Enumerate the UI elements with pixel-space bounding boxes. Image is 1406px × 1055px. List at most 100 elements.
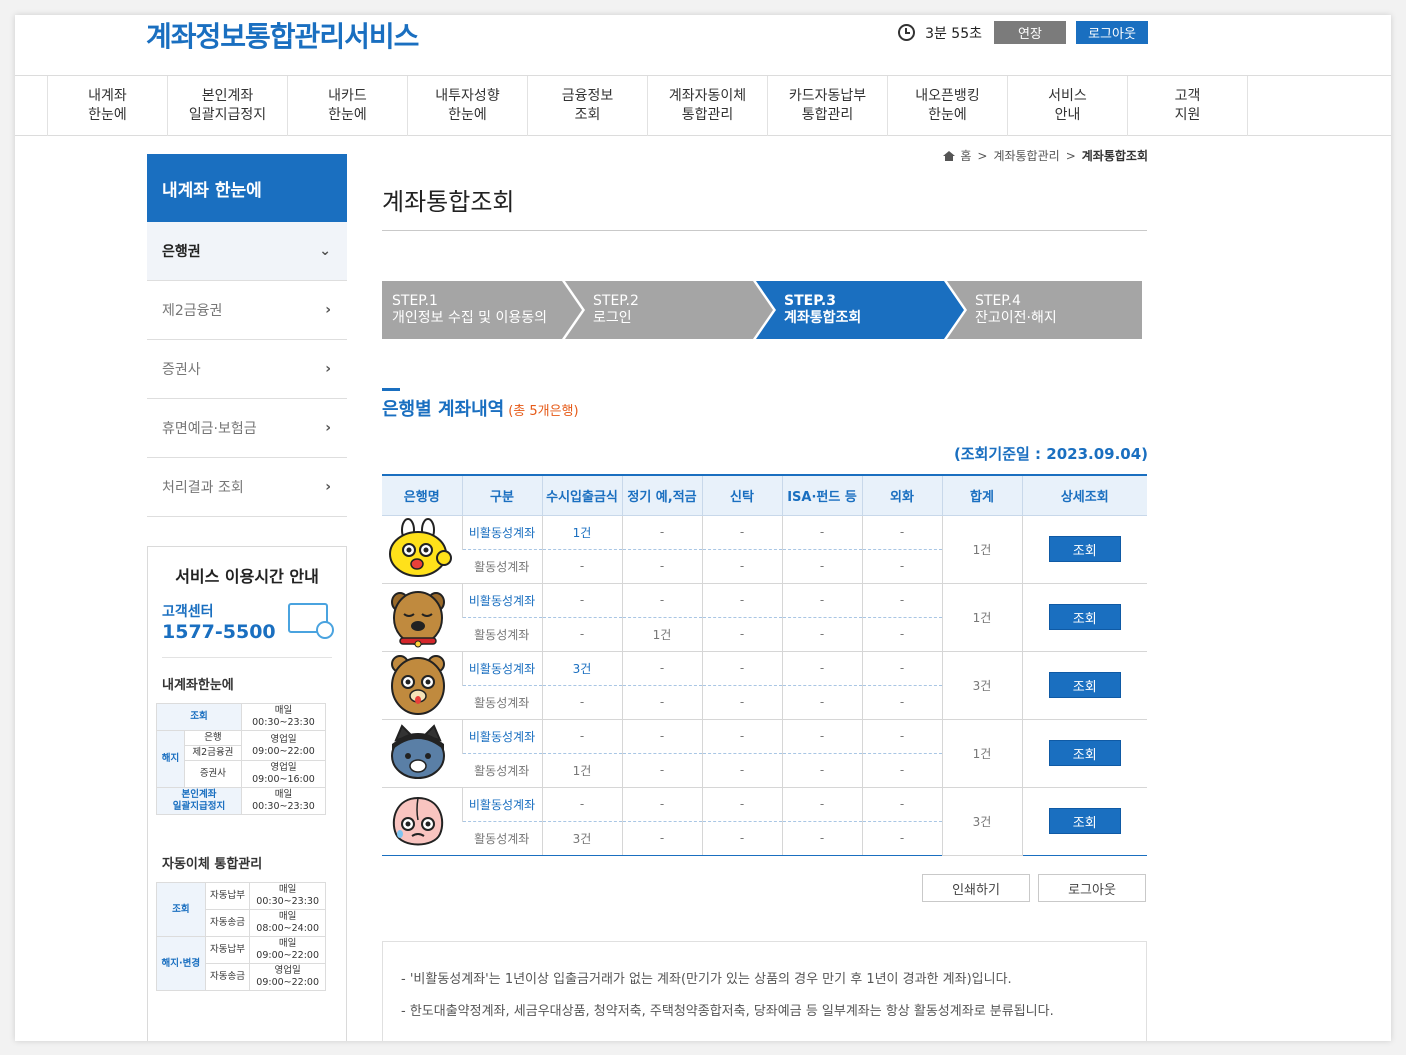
- view-detail-button[interactable]: 조회: [1048, 672, 1121, 698]
- step-2: STEP.2 로그인: [565, 281, 773, 339]
- step-indicator: STEP.1 개인정보 수집 및 이용동의 STEP.2 로그인 STEP.3 …: [382, 281, 1142, 339]
- table-cell: -: [701, 753, 782, 788]
- service-sub-title: 자동이체 통합관리: [162, 857, 263, 872]
- table-cell: -: [861, 549, 942, 584]
- table-cell: -: [781, 719, 862, 754]
- gnb-item-my-cards[interactable]: 내카드 한눈에: [288, 76, 408, 136]
- side-nav-item-bank[interactable]: 은행권 ⌄: [147, 222, 347, 281]
- side-nav-item-results[interactable]: 처리결과 조회 ›: [147, 458, 347, 517]
- table-cell: -: [541, 549, 622, 584]
- table-cell: -: [701, 719, 782, 754]
- account-type-inactive: 비활동성계좌: [461, 515, 542, 550]
- gnb-item-my-accounts[interactable]: 내계좌 한눈에: [48, 76, 168, 136]
- table-cell: -: [861, 719, 942, 754]
- cell: 영업일 09:00~22:00: [240, 730, 327, 761]
- total-cell: 3건: [941, 651, 1022, 720]
- table-cell[interactable]: 1건: [621, 617, 702, 652]
- gnb-item-payment-stop[interactable]: 본인계좌 일괄지급정지: [168, 76, 288, 136]
- service-time-title: 서비스 이용시간 안내: [175, 567, 319, 586]
- account-type-active: 활동성계좌: [462, 821, 542, 856]
- table-cell[interactable]: 1건: [541, 753, 622, 788]
- gnb-item-open-banking[interactable]: 내오픈뱅킹 한눈에: [888, 76, 1008, 136]
- side-nav-item-secondary-finance[interactable]: 제2금융권 ›: [147, 281, 347, 340]
- section-title-text: 은행별 계좌내역: [382, 399, 505, 420]
- side-nav-item-securities[interactable]: 증권사 ›: [147, 340, 347, 399]
- table-cell: -: [621, 719, 702, 754]
- section-title: 은행별 계좌내역 (총 5개은행): [382, 395, 579, 421]
- session-bar: 3분 55초 연장 로그아웃: [898, 21, 1148, 44]
- table-cell: -: [701, 617, 782, 652]
- side-nav-label: 처리결과 조회: [162, 480, 244, 496]
- session-timer: 3분 55초: [925, 25, 982, 42]
- step-4: STEP.4 잔고이전·해지: [947, 281, 1142, 339]
- view-detail-button[interactable]: 조회: [1048, 740, 1121, 766]
- breadcrumb-current: 계좌통합조회: [1081, 149, 1148, 163]
- account-type-active: 활동성계좌: [462, 753, 542, 788]
- logout-button[interactable]: 로그아웃: [1038, 874, 1146, 902]
- table-cell[interactable]: 3건: [541, 821, 622, 856]
- table-cell: -: [861, 617, 942, 652]
- gnb-item-customer-support[interactable]: 고객 지원: [1128, 76, 1248, 136]
- clock-icon: [898, 24, 916, 41]
- neo-icon: [386, 722, 458, 784]
- table-cell: -: [781, 549, 862, 584]
- account-table: 은행명 구분 수시입출금식 정기 예,적금 신탁 ISA·펀드 등 외화 합계 …: [382, 474, 1147, 856]
- table-cell: -: [541, 583, 622, 618]
- muzi-icon: [386, 518, 458, 580]
- view-detail-button[interactable]: 조회: [1048, 536, 1121, 562]
- total-cell: 3건: [941, 787, 1022, 856]
- print-button[interactable]: 인쇄하기: [922, 874, 1030, 902]
- breadcrumb-separator: >: [1065, 148, 1076, 163]
- cell: 영업일 09:00~16:00: [240, 760, 327, 788]
- bank-logo-cell: [382, 651, 462, 720]
- gnb-item-card-autopay[interactable]: 카드자동납부 통합관리: [768, 76, 888, 136]
- table-cell: -: [621, 753, 702, 788]
- site-title[interactable]: 계좌정보통합관리서비스: [146, 15, 419, 55]
- breadcrumb-home[interactable]: 홈: [960, 147, 971, 164]
- table-header-row: 은행명 구분 수시입출금식 정기 예,적금 신탁 ISA·펀드 등 외화 합계 …: [382, 474, 1147, 516]
- page-title: 계좌통합조회: [382, 188, 515, 216]
- table-cell: -: [861, 583, 942, 618]
- gnb-item-service-guide[interactable]: 서비스 안내: [1008, 76, 1128, 136]
- view-detail-button[interactable]: 조회: [1048, 604, 1121, 630]
- table-cell: -: [861, 515, 942, 550]
- gnb-item-auto-transfer[interactable]: 계좌자동이체 통합관리: [648, 76, 768, 136]
- table-row: 비활동성계좌 - - - - -3건 조회: [382, 787, 1147, 856]
- table-cell: -: [621, 685, 702, 720]
- cell: 매일 09:00~22:00: [249, 936, 326, 964]
- logout-button-top[interactable]: 로그아웃: [1076, 21, 1148, 44]
- table-cell: -: [781, 583, 862, 618]
- service-sub-title: 내계좌한눈에: [162, 678, 234, 693]
- table-cell: -: [701, 583, 782, 618]
- notice-box: - '비활동성계좌'는 1년이상 입출금거래가 없는 계좌(만기가 있는 상품의…: [382, 941, 1147, 1041]
- column-header: 합계: [941, 474, 1022, 516]
- cell: 자동납부: [204, 936, 251, 964]
- customer-center-icon: [288, 603, 334, 639]
- chevron-right-icon: ›: [325, 420, 331, 436]
- bank-count: (총 5개은행): [508, 404, 579, 419]
- table-row: 비활동성계좌 - - - - -1건 조회: [382, 719, 1147, 788]
- cell: 자동납부: [204, 882, 251, 910]
- side-nav-item-dormant[interactable]: 휴면예금·보험금 ›: [147, 399, 347, 458]
- table-cell: -: [621, 515, 702, 550]
- gnb-item-investment[interactable]: 내투자성향 한눈에: [408, 76, 528, 136]
- extend-button[interactable]: 연장: [994, 21, 1066, 44]
- gnb-item-financial-info[interactable]: 금융정보 조회: [528, 76, 648, 136]
- breadcrumb-level1[interactable]: 계좌통합관리: [993, 147, 1059, 164]
- bank-logo-cell: [382, 583, 462, 652]
- column-header: 구분: [461, 474, 542, 516]
- home-icon[interactable]: [943, 150, 956, 161]
- column-header: 외화: [861, 474, 942, 516]
- table-cell[interactable]: 3건: [541, 651, 622, 686]
- divider: [382, 230, 1147, 231]
- ryan-bear-icon: [386, 654, 458, 716]
- chevron-right-icon: ›: [325, 361, 331, 377]
- cell: 은행: [183, 730, 242, 746]
- query-date: (조회기준일 : 2023.09.04): [953, 445, 1148, 463]
- table-cell[interactable]: 1건: [541, 515, 622, 550]
- table-cell: -: [861, 821, 942, 856]
- table-cell: -: [861, 651, 942, 686]
- view-detail-button[interactable]: 조회: [1048, 808, 1121, 834]
- total-cell: 1건: [941, 719, 1022, 788]
- side-nav: 내계좌 한눈에 은행권 ⌄ 제2금융권 › 증권사 › 휴면예금·보험금 › 처…: [147, 154, 347, 517]
